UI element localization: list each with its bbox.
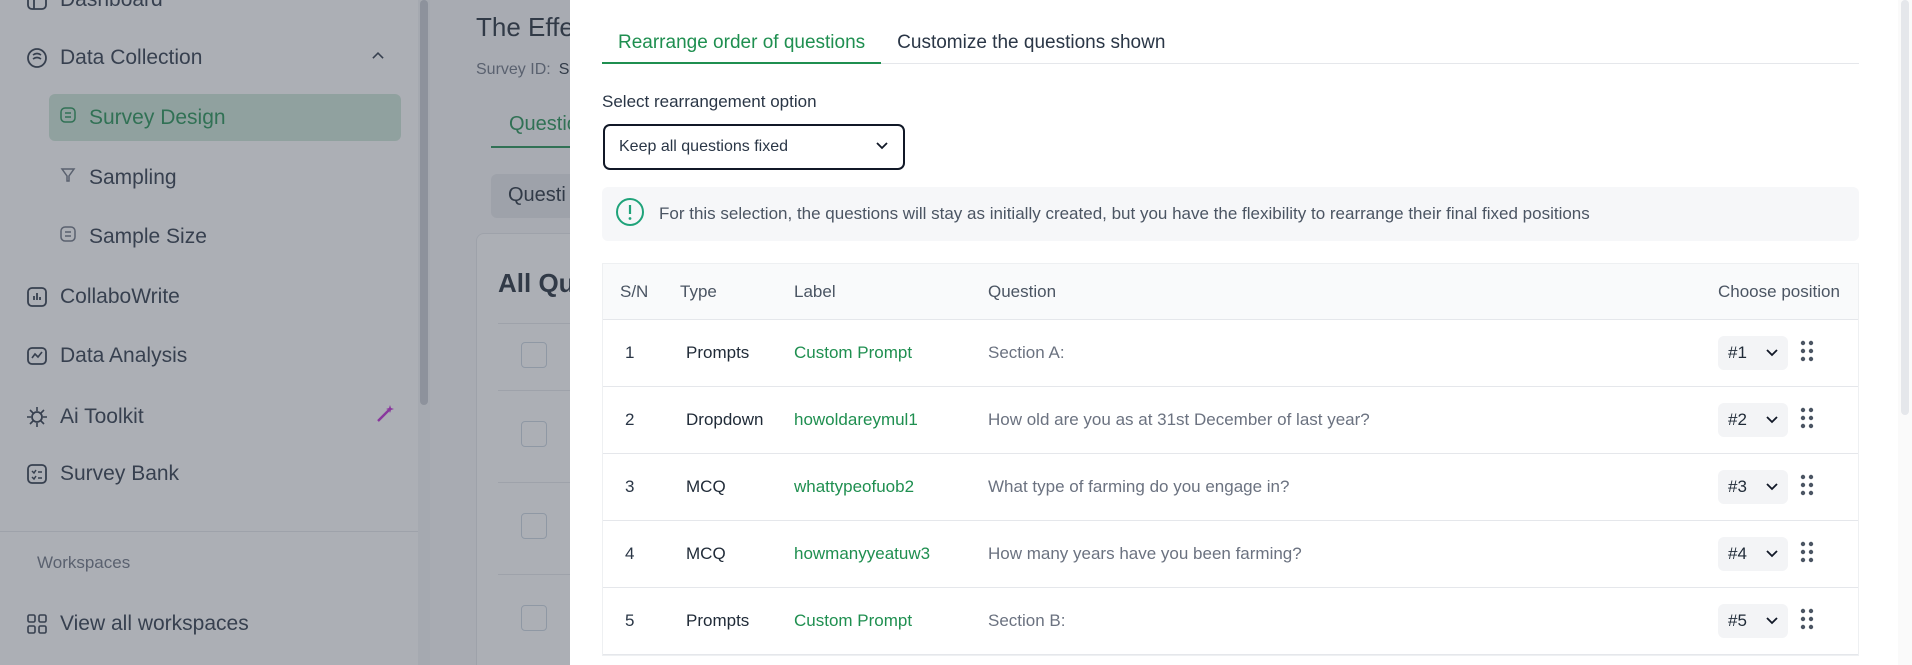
- row-sn: 3: [625, 477, 635, 496]
- row-question: Section A:: [988, 343, 1065, 362]
- header-question: Question: [988, 281, 1057, 301]
- chevron-down-icon: [1766, 343, 1778, 363]
- row-sn: 4: [625, 544, 635, 563]
- chevron-down-icon: [1766, 477, 1778, 497]
- position-value: #5: [1728, 611, 1747, 630]
- table-header: S/N Type Label Question Choose position: [603, 264, 1858, 320]
- rearrangement-option-label: Select rearrangement option: [602, 92, 817, 111]
- table-row: 2 Dropdown howoldareymul1 How old are yo…: [603, 387, 1858, 454]
- row-label: howoldareymul1: [794, 410, 918, 429]
- row-question: How old are you as at 31st December of l…: [988, 410, 1370, 429]
- row-label: Custom Prompt: [794, 343, 913, 362]
- position-value: #1: [1728, 343, 1747, 362]
- rearrangement-option-select[interactable]: Keep all questions fixed: [603, 124, 905, 170]
- chevron-down-icon: [1766, 611, 1778, 631]
- panel-scrollbar-thumb[interactable]: [1901, 0, 1909, 415]
- row-type: Dropdown: [686, 410, 764, 429]
- table-row: 1 Prompts Custom Prompt Section A: #1: [603, 320, 1858, 387]
- header-label: Label: [794, 281, 836, 301]
- row-position: #2: [1718, 403, 1858, 437]
- row-position: #4: [1718, 537, 1858, 571]
- questions-table: S/N Type Label Question Choose position …: [602, 263, 1859, 656]
- row-sn: 2: [625, 410, 635, 429]
- row-type: MCQ: [686, 477, 726, 496]
- row-sn: 5: [625, 611, 635, 630]
- row-position: #1: [1718, 336, 1858, 370]
- row-type: MCQ: [686, 544, 726, 563]
- row-position: #5: [1718, 604, 1858, 638]
- drag-handle-icon[interactable]: [1798, 606, 1816, 637]
- panel-tabs: Rearrange order of questions Customize t…: [602, 24, 1859, 64]
- table-row: 5 Prompts Custom Prompt Section B: #5: [603, 588, 1858, 655]
- position-select[interactable]: #5: [1718, 604, 1788, 638]
- position-select[interactable]: #2: [1718, 403, 1788, 437]
- row-question: What type of farming do you engage in?: [988, 477, 1290, 496]
- table-row: 4 MCQ howmanyyeatuw3 How many years have…: [603, 521, 1858, 588]
- row-question: How many years have you been farming?: [988, 544, 1302, 563]
- info-text: For this selection, the questions will s…: [659, 204, 1590, 223]
- row-label: Custom Prompt: [794, 611, 913, 630]
- drag-handle-icon[interactable]: [1798, 539, 1816, 570]
- header-type: Type: [680, 281, 717, 301]
- chevron-down-icon: [1766, 410, 1778, 430]
- position-select[interactable]: #4: [1718, 537, 1788, 571]
- position-select[interactable]: #3: [1718, 470, 1788, 504]
- row-type: Prompts: [686, 611, 750, 630]
- drag-handle-icon[interactable]: [1798, 472, 1816, 503]
- tab-customize-questions[interactable]: Customize the questions shown: [881, 24, 1181, 64]
- rearrangement-option-value: Keep all questions fixed: [619, 138, 788, 155]
- chevron-down-icon: [1766, 544, 1778, 564]
- chevron-down-icon: [875, 138, 889, 157]
- info-icon: [615, 197, 645, 232]
- position-value: #2: [1728, 410, 1747, 429]
- position-value: #4: [1728, 544, 1747, 563]
- row-label: whattypeofuob2: [794, 477, 915, 496]
- table-row: 3 MCQ whattypeofuob2 What type of farmin…: [603, 454, 1858, 521]
- row-label: howmanyyeatuw3: [794, 544, 931, 563]
- info-banner: For this selection, the questions will s…: [602, 187, 1859, 241]
- header-sn: S/N: [620, 281, 649, 301]
- row-position: #3: [1718, 470, 1858, 504]
- position-value: #3: [1728, 477, 1747, 496]
- drag-handle-icon[interactable]: [1798, 405, 1816, 436]
- position-select[interactable]: #1: [1718, 336, 1788, 370]
- header-choose-position: Choose position: [1718, 281, 1840, 301]
- row-type: Prompts: [686, 343, 750, 362]
- drag-handle-icon[interactable]: [1798, 338, 1816, 369]
- tab-rearrange-order[interactable]: Rearrange order of questions: [602, 24, 882, 64]
- row-sn: 1: [625, 343, 635, 362]
- row-question: Section B:: [988, 611, 1066, 630]
